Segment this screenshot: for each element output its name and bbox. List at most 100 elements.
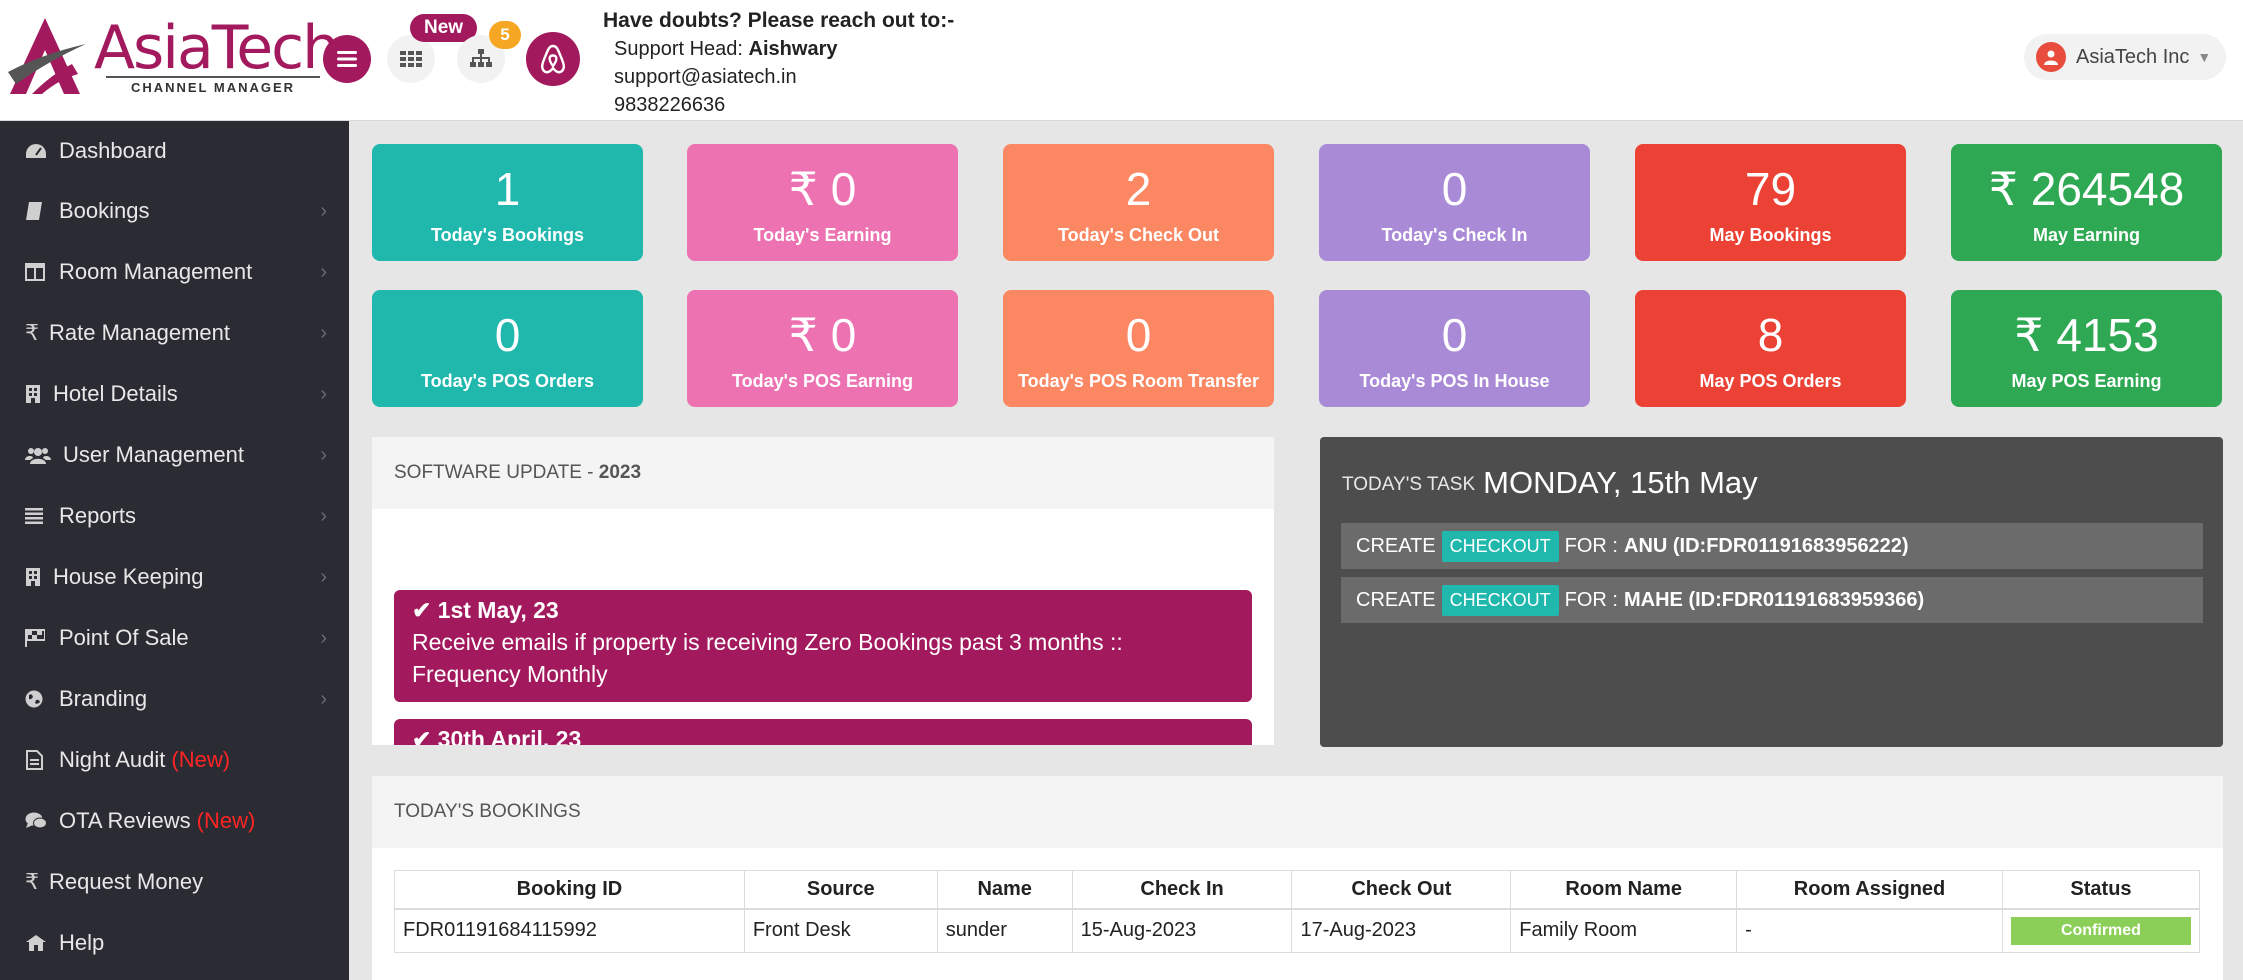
column-header[interactable]: Check In — [1071, 870, 1293, 910]
chevron-right-icon: › — [320, 382, 327, 405]
sidebar-item-branding[interactable]: Branding › — [0, 669, 349, 729]
stat-value: 8 — [1757, 309, 1784, 361]
column-header[interactable]: Source — [743, 870, 938, 910]
sitemap-icon — [470, 49, 492, 67]
flag-icon — [25, 629, 51, 647]
sidebar-item-label: Request Money — [49, 869, 204, 894]
todays-bookings-title: TODAY'S BOOKINGS — [372, 776, 2223, 848]
chevron-right-icon: › — [320, 321, 327, 344]
check-in-cell: 15-Aug-2023 — [1071, 908, 1293, 953]
chevron-right-icon: › — [320, 565, 327, 588]
sidebar-item-user-management[interactable]: User Management › — [0, 425, 349, 485]
hamburger-icon — [337, 51, 357, 67]
source-cell: Front Desk — [743, 908, 938, 953]
sidebar-item-label: House Keeping — [53, 564, 204, 589]
menu-toggle-button[interactable] — [323, 35, 371, 83]
sidebar-item-help[interactable]: Help — [0, 913, 349, 973]
sidebar-item-label: Room Management — [59, 259, 253, 284]
users-icon — [25, 446, 55, 464]
sidebar-item-reports[interactable]: Reports › — [0, 486, 349, 546]
sidebar-item-room-management[interactable]: Room Management › — [0, 242, 349, 302]
sidebar-item-bookings[interactable]: Bookings › — [0, 181, 349, 241]
support-title: Have doubts? Please reach out to:- — [603, 9, 955, 32]
sidebar-item-ota-reviews[interactable]: OTA Reviews (New) — [0, 791, 349, 851]
help-icon — [25, 934, 51, 952]
bookings-table: Booking ID Source Name Check In Check Ou… — [394, 870, 2201, 953]
sidebar-item-rate-management[interactable]: ₹ Rate Management › — [0, 303, 349, 363]
top-header: AsiaTech CHANNEL MANAGER New 5 Have doub… — [0, 0, 2243, 121]
airbnb-icon — [541, 44, 565, 74]
stat-value: 79 — [1744, 163, 1797, 215]
task-row[interactable]: CREATE CHECKOUT FOR : MAHE (ID:FDR011916… — [1341, 577, 2203, 623]
task-day: MONDAY, 15th May — [1483, 465, 1758, 500]
column-header[interactable]: Room Name — [1510, 870, 1738, 910]
sidebar-item-point-of-sale[interactable]: Point Of Sale › — [0, 608, 349, 668]
task-header: TODAY'S TASK MONDAY, 15th May — [1342, 465, 1758, 501]
stat-label: Today's Bookings — [431, 225, 584, 245]
stat-card-may-bookings[interactable]: 79 May Bookings — [1635, 144, 1906, 261]
column-header[interactable]: Booking ID — [394, 870, 745, 910]
software-update-panel[interactable]: SOFTWARE UPDATE - 2023 ✔ 1st May, 23 Rec… — [372, 437, 1274, 745]
sidebar-item-request-money[interactable]: ₹ Request Money — [0, 852, 349, 912]
task-for: FOR : — [1564, 534, 1618, 557]
sidebar-item-label: Rate Management — [49, 320, 230, 345]
column-header[interactable]: Name — [936, 870, 1073, 910]
user-avatar-icon — [2036, 42, 2066, 72]
chevron-right-icon: › — [320, 504, 327, 527]
brand-logo[interactable]: AsiaTech CHANNEL MANAGER — [2, 10, 340, 96]
update-item: ✔ 1st May, 23 Receive emails if property… — [394, 590, 1252, 702]
sidebar-item-label: Night Audit — [59, 747, 166, 772]
stat-card-todays-earning[interactable]: ₹ 0 Today's Earning — [687, 144, 958, 261]
sidebar: Dashboard Bookings › Room Management › ₹… — [0, 121, 349, 980]
user-name: AsiaTech Inc — [2076, 45, 2190, 68]
user-menu-button[interactable]: AsiaTech Inc ▼ — [2024, 34, 2226, 80]
table-header-row: Booking ID Source Name Check In Check Ou… — [394, 870, 2201, 910]
sidebar-item-night-audit[interactable]: Night Audit (New) — [0, 730, 349, 790]
dashboard-icon — [25, 142, 51, 160]
apps-button[interactable] — [387, 35, 435, 83]
rupee-icon: ₹ — [25, 320, 39, 345]
column-header[interactable]: Check Out — [1291, 870, 1512, 910]
stat-label: Today's Check In — [1381, 225, 1528, 245]
todays-bookings-panel: TODAY'S BOOKINGS Booking ID Source Name … — [372, 776, 2223, 980]
building-icon — [25, 567, 45, 587]
task-for: FOR : — [1564, 588, 1618, 611]
stat-label: May Bookings — [1709, 225, 1832, 245]
update-date: ✔ 1st May, 23 — [412, 597, 559, 623]
stat-card-todays-pos-earning[interactable]: ₹ 0 Today's POS Earning — [687, 290, 958, 407]
task-row[interactable]: CREATE CHECKOUT FOR : ANU (ID:FDR0119168… — [1341, 523, 2203, 569]
stat-card-todays-pos-orders[interactable]: 0 Today's POS Orders — [372, 290, 643, 407]
column-header[interactable]: Room Assigned — [1736, 870, 2003, 910]
update-item: ✔ 30th April, 23 — [394, 719, 1252, 745]
sidebar-item-dashboard[interactable]: Dashboard — [0, 121, 349, 181]
stat-card-todays-pos-room-transfer[interactable]: 0 Today's POS Room Transfer — [1003, 290, 1274, 407]
comments-icon — [25, 812, 51, 830]
stat-card-may-earning[interactable]: ₹ 264548 May Earning — [1951, 144, 2222, 261]
sidebar-item-label: Branding — [59, 686, 148, 711]
stat-card-may-pos-orders[interactable]: 8 May POS Orders — [1635, 290, 1906, 407]
stat-value: ₹ 0 — [788, 309, 857, 361]
stat-card-todays-pos-in-house[interactable]: 0 Today's POS In House — [1319, 290, 1590, 407]
support-email[interactable]: support@asiatech.in — [603, 63, 954, 91]
brand-tagline: CHANNEL MANAGER — [106, 76, 320, 95]
booking-id-cell[interactable]: FDR01191684115992 — [394, 908, 745, 953]
sidebar-item-label: Bookings — [59, 198, 150, 223]
stat-card-todays-check-in[interactable]: 0 Today's Check In — [1319, 144, 1590, 261]
sidebar-item-house-keeping[interactable]: House Keeping › — [0, 547, 349, 607]
airbnb-button[interactable] — [526, 32, 580, 86]
update-date: ✔ 30th April, 23 — [412, 726, 582, 745]
stat-card-todays-check-out[interactable]: 2 Today's Check Out — [1003, 144, 1274, 261]
sidebar-item-label: Help — [59, 930, 105, 955]
sidebar-item-hotel-details[interactable]: Hotel Details › — [0, 364, 349, 424]
column-header[interactable]: Status — [2001, 870, 2201, 910]
room-name-cell: Family Room — [1510, 908, 1738, 953]
task-target: MAHE (ID:FDR01191683959366) — [1624, 588, 1925, 611]
stat-label: Today's Check Out — [1058, 225, 1219, 245]
chevron-right-icon: › — [320, 626, 327, 649]
stat-label: Today's POS In House — [1359, 371, 1550, 391]
stat-card-todays-bookings[interactable]: 1 Today's Bookings — [372, 144, 643, 261]
checkout-chip: CHECKOUT — [1441, 584, 1559, 616]
support-head-line: Support Head: Aishwary — [603, 35, 954, 63]
table-row[interactable]: FDR01191684115992 Front Desk sunder 15-A… — [394, 908, 2201, 953]
stat-card-may-pos-earning[interactable]: ₹ 4153 May POS Earning — [1951, 290, 2222, 407]
